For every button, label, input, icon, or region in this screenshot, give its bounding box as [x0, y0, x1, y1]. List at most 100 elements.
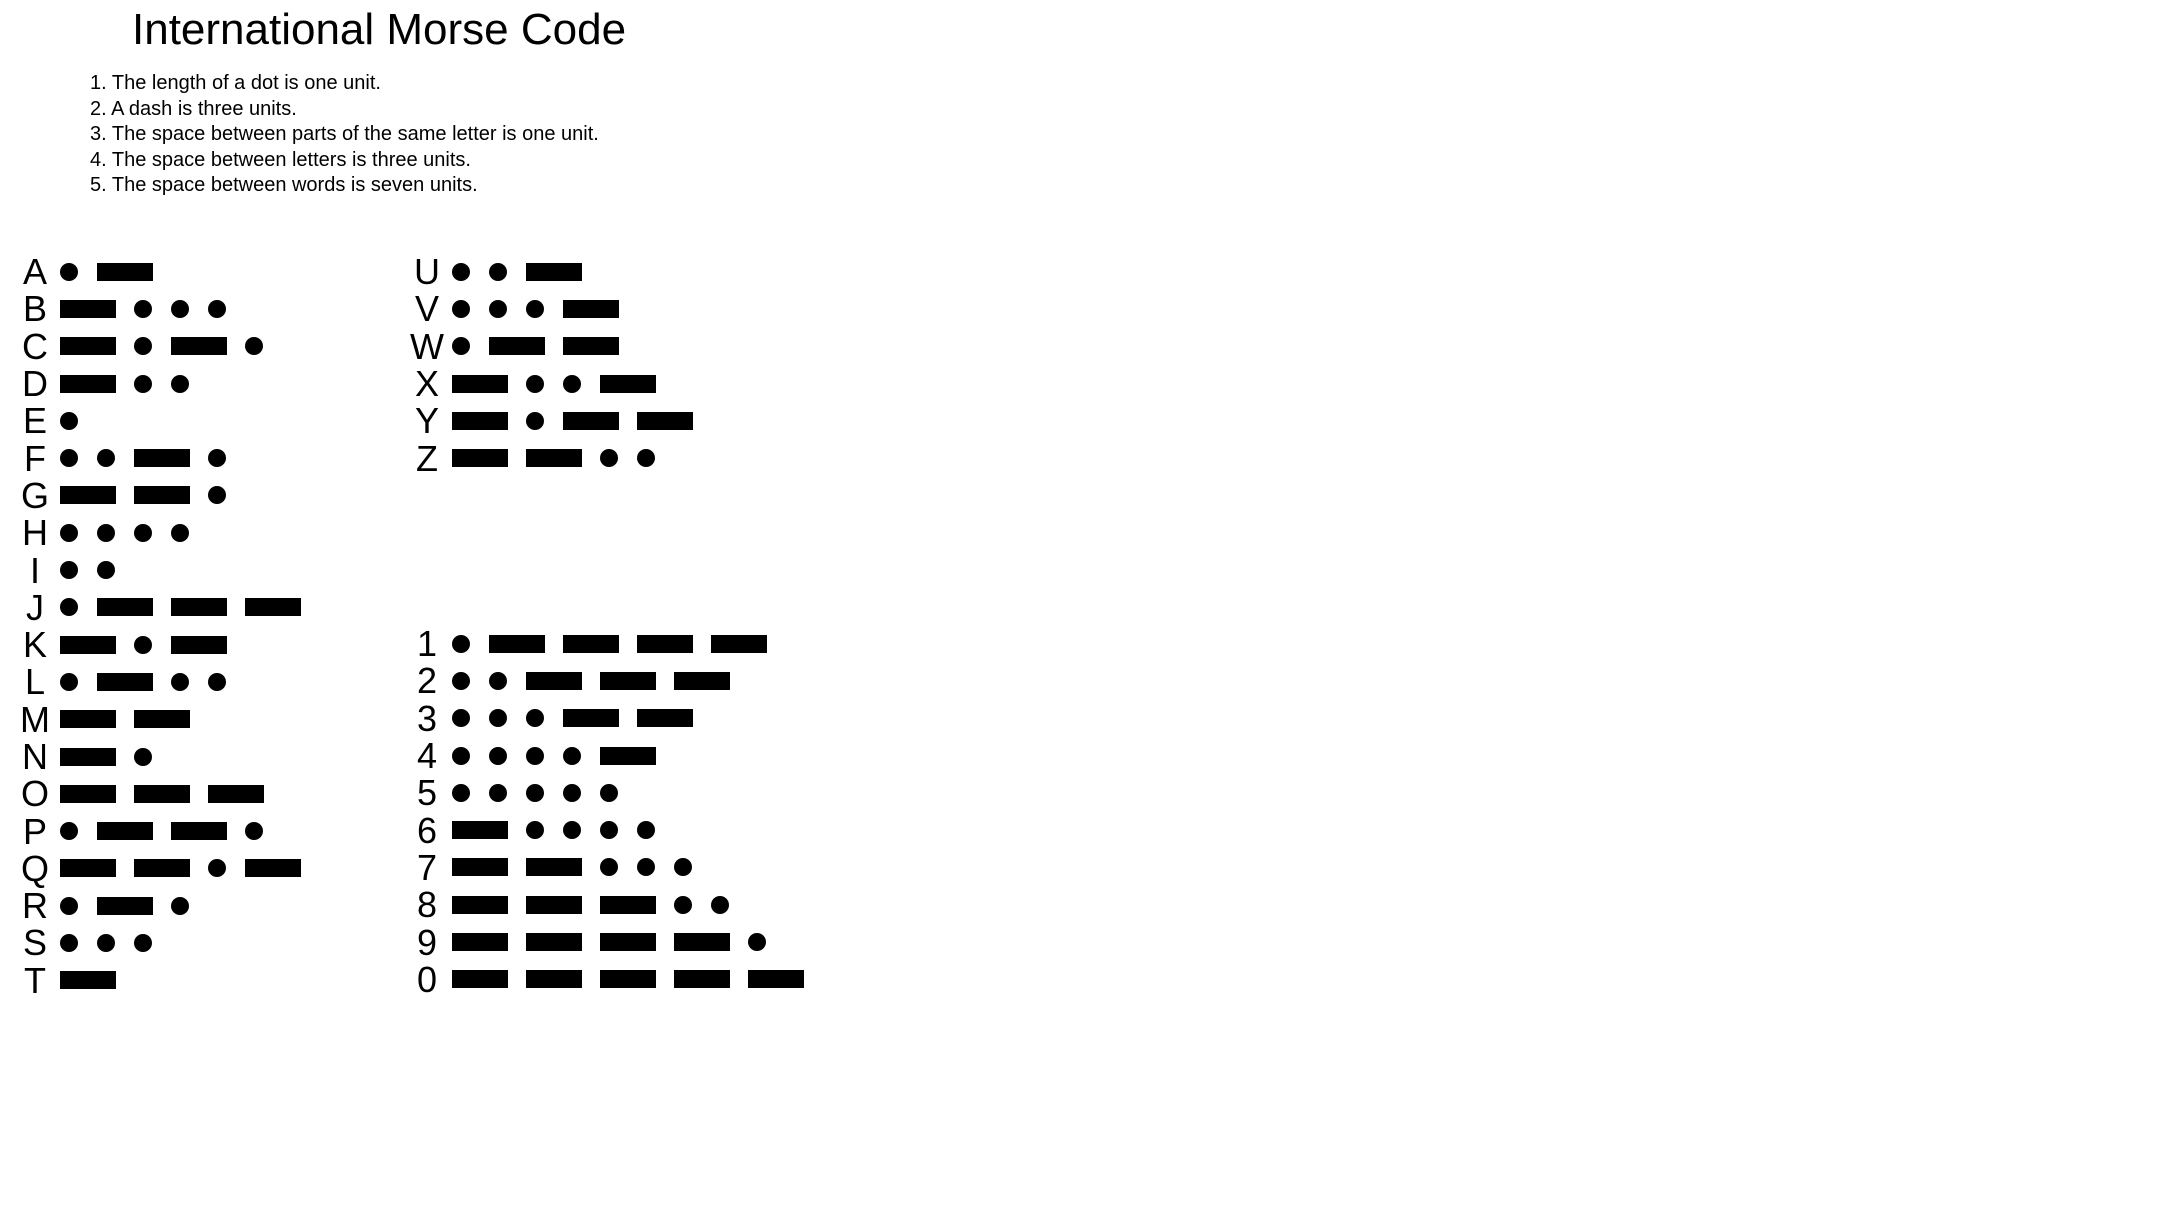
dash-mark [748, 970, 804, 989]
morse-symbols [60, 290, 245, 327]
morse-row: H [18, 514, 319, 551]
rule-item: 3. The space between parts of the same l… [90, 123, 599, 146]
dot-mark [60, 523, 78, 542]
morse-character: 2 [416, 660, 438, 702]
morse-row: T [18, 962, 319, 999]
dot-mark [637, 449, 655, 468]
dash-mark [60, 710, 116, 729]
morse-character: S [22, 922, 47, 964]
morse-symbols [452, 440, 674, 477]
dot-mark [563, 821, 581, 840]
morse-character: R [22, 885, 48, 927]
dash-mark [600, 933, 656, 952]
dash-mark [637, 709, 693, 728]
dot-mark [97, 523, 115, 542]
dot-mark [711, 895, 729, 914]
dash-mark [452, 933, 508, 952]
morse-symbols [452, 328, 637, 365]
morse-symbols [60, 701, 208, 738]
morse-character: Q [20, 847, 49, 889]
dash-mark [489, 337, 545, 356]
morse-row: O [18, 775, 319, 812]
dash-mark [563, 634, 619, 653]
morse-row: D [18, 365, 319, 402]
morse-character: H [22, 512, 48, 554]
morse-character: Y [414, 400, 439, 442]
dot-mark [171, 896, 189, 915]
morse-character: E [22, 400, 47, 442]
dash-mark [563, 337, 619, 356]
morse-symbols [452, 774, 637, 811]
dash-mark [134, 486, 190, 505]
morse-character: L [24, 661, 46, 703]
dash-mark [600, 374, 656, 393]
morse-symbols [60, 663, 245, 700]
dot-mark [563, 746, 581, 765]
letters-u-to-z-column: UVWXYZ [410, 253, 711, 477]
dot-mark [208, 486, 226, 505]
morse-symbols [60, 626, 245, 663]
dash-mark [526, 933, 582, 952]
morse-row: J [18, 589, 319, 626]
morse-row: Q [18, 850, 319, 887]
dot-mark [489, 709, 507, 728]
page-title: International Morse Code [132, 5, 627, 54]
dash-mark [60, 486, 116, 505]
dot-mark [526, 821, 544, 840]
dash-mark [563, 299, 619, 318]
dash-mark [526, 858, 582, 877]
dot-mark [489, 671, 507, 690]
morse-symbols [60, 328, 282, 365]
dash-mark [60, 374, 116, 393]
morse-symbols [60, 738, 171, 775]
morse-symbols [60, 365, 208, 402]
morse-character: 7 [416, 846, 438, 888]
dot-mark [134, 374, 152, 393]
morse-row: 2 [410, 662, 822, 699]
dot-mark [600, 821, 618, 840]
morse-row: B [18, 290, 319, 327]
dash-mark [637, 411, 693, 430]
dot-mark [60, 561, 78, 580]
dot-mark [563, 783, 581, 802]
morse-row: W [410, 328, 711, 365]
morse-row: G [18, 477, 319, 514]
dot-mark [60, 411, 78, 430]
dot-mark [208, 672, 226, 691]
morse-symbols [60, 589, 319, 626]
morse-row: 8 [410, 886, 822, 923]
morse-symbols [452, 402, 711, 439]
morse-symbols [60, 775, 282, 812]
morse-character: V [414, 288, 439, 330]
morse-character: N [22, 736, 48, 777]
dot-mark [600, 858, 618, 877]
morse-symbols [60, 440, 245, 477]
dot-mark [97, 561, 115, 580]
dash-mark [97, 262, 153, 281]
morse-symbols [452, 961, 822, 998]
dash-mark [97, 672, 153, 691]
morse-symbols [60, 924, 171, 961]
dot-mark [60, 449, 78, 468]
morse-row: 0 [410, 961, 822, 998]
morse-row: E [18, 402, 319, 439]
dash-mark [637, 634, 693, 653]
dash-mark [452, 895, 508, 914]
morse-symbols [60, 477, 245, 514]
dot-mark [134, 299, 152, 318]
morse-symbols [452, 662, 748, 699]
morse-character: I [29, 549, 40, 591]
dot-mark [674, 858, 692, 877]
dash-mark [171, 635, 227, 654]
morse-row: V [410, 290, 711, 327]
morse-row: C [18, 328, 319, 365]
morse-character: J [26, 586, 44, 628]
dot-mark [452, 709, 470, 728]
dot-mark [452, 299, 470, 318]
morse-row: M [18, 701, 319, 738]
morse-row: 9 [410, 923, 822, 961]
dot-mark [134, 747, 152, 766]
dash-mark [134, 784, 190, 803]
dot-mark [208, 859, 226, 878]
morse-character: C [22, 325, 48, 367]
